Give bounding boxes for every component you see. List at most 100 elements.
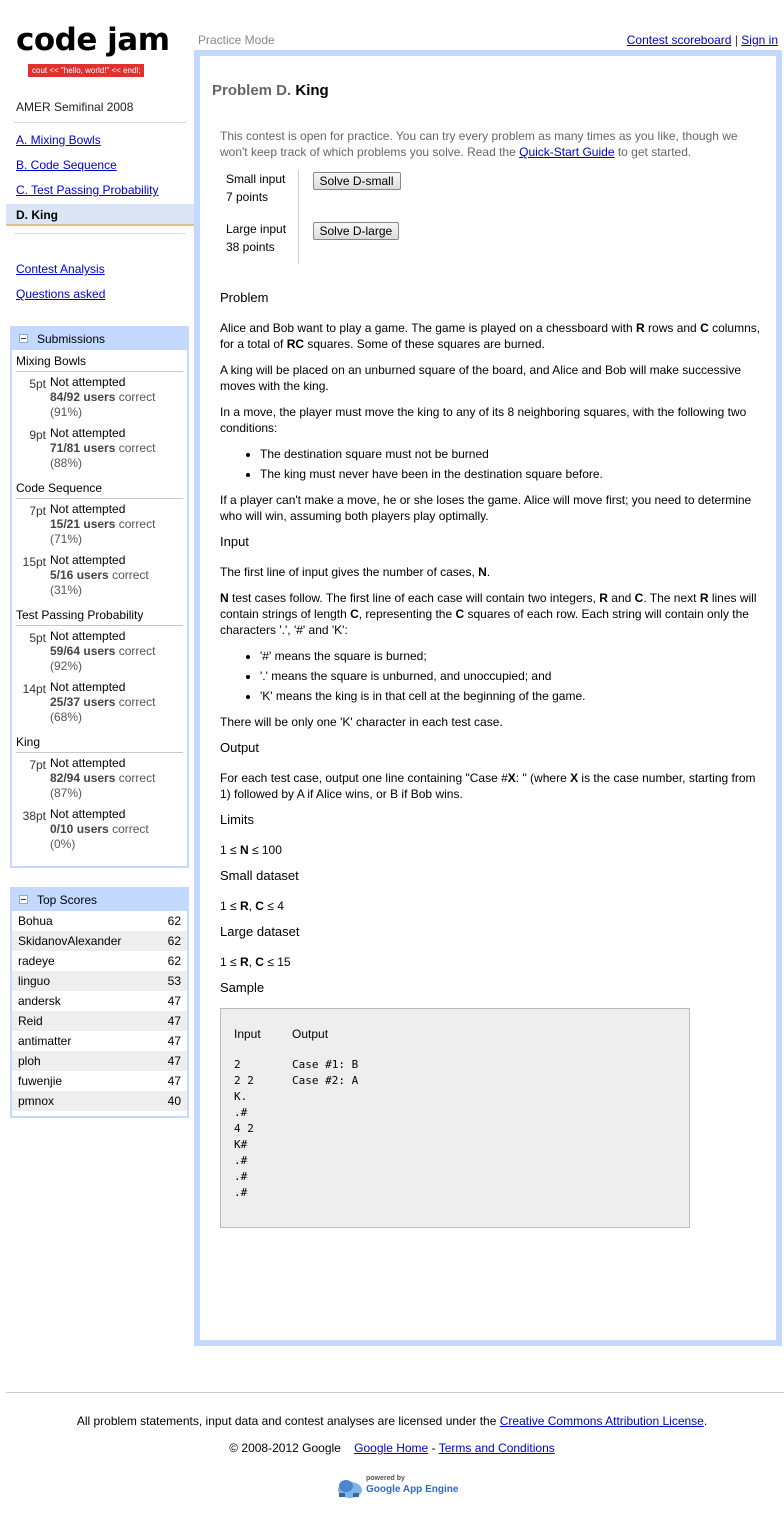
list-item: '#' means the square is burned; <box>260 648 764 664</box>
correct-label: correct <box>118 771 156 785</box>
score-row[interactable]: linguo 53 <box>12 971 187 991</box>
sign-in-link[interactable]: Sign in <box>741 33 778 47</box>
nav-problem-d-active[interactable]: D. King <box>6 204 195 226</box>
submissions-panel: Submissions Mixing Bowls 5pt Not attempted… <box>10 326 189 868</box>
terms-link[interactable]: Terms and Conditions <box>439 1441 555 1455</box>
google-home-link[interactable]: Google Home <box>354 1441 428 1455</box>
submission-detail: Not attempted 71/81 users correct (88%) <box>46 426 155 471</box>
correct-label: correct <box>112 822 149 836</box>
copyright-text: © 2008-2012 Google <box>229 1441 341 1455</box>
statement-p4: If a player can't make a move, he or she… <box>220 493 752 523</box>
score-value: 62 <box>167 934 181 948</box>
solve-small-button[interactable]: Solve D-small <box>312 172 401 190</box>
divider <box>14 233 186 234</box>
score-value: 40 <box>167 1094 181 1108</box>
section-limits: Limits <box>220 812 254 827</box>
contest-analysis-link[interactable]: Contest Analysis <box>16 262 105 276</box>
correct-label: correct <box>118 695 156 709</box>
score-user: pmnox <box>18 1094 55 1108</box>
correct-users: 0/10 users <box>50 822 109 836</box>
score-value: 47 <box>167 1014 181 1028</box>
nav-problem-a[interactable]: A. Mixing Bowls <box>16 133 101 147</box>
submission-detail: Not attempted 82/94 users correct (87%) <box>46 756 155 801</box>
problem-panel: Problem D. King This contest is open for… <box>194 50 782 1346</box>
large-input-points: 38 points <box>226 240 275 254</box>
statement-p1: Alice and Bob want to play a game. The g… <box>220 321 761 351</box>
score-row[interactable]: fuwenjie 47 <box>12 1071 187 1091</box>
powered-by-text: powered by <box>366 1475 405 1482</box>
score-user: antimatter <box>18 1034 72 1048</box>
small-input-info: Small input 7 points <box>220 170 299 214</box>
score-row[interactable]: radeye 62 <box>12 951 187 971</box>
submission-detail: Not attempted 15/21 users correct (71%) <box>46 502 155 547</box>
submission-percent: (0%) <box>50 837 76 851</box>
section-input: Input <box>220 534 249 549</box>
top-scores-header[interactable]: Top Scores <box>12 889 187 911</box>
correct-label: correct <box>118 644 156 658</box>
conditions-list: The destination square must not be burne… <box>220 446 764 482</box>
sample-input: 2 2 2 K. .# 4 2 K# .# .# .# <box>234 1058 254 1199</box>
collapse-minus-icon[interactable] <box>19 334 28 343</box>
correct-label: correct <box>112 568 149 582</box>
sample-input-header: Input <box>234 1027 261 1041</box>
list-item: The destination square must not be burne… <box>260 446 764 462</box>
submission-problem: King 7pt Not attempted 82/94 users correct(… <box>12 731 187 852</box>
nav-problem-c[interactable]: C. Test Passing Probability <box>16 183 159 197</box>
score-row[interactable]: ploh 47 <box>12 1051 187 1071</box>
score-user: radeye <box>18 954 55 968</box>
section-large-dataset: Large dataset <box>220 924 300 939</box>
questions-asked-link[interactable]: Questions asked <box>16 287 105 301</box>
score-value: 53 <box>167 974 181 988</box>
submission-percent: (87%) <box>50 786 83 800</box>
correct-label: correct <box>118 517 156 531</box>
submission-row: 7pt Not attempted 15/21 users correct (71%) <box>16 502 183 547</box>
submission-percent: (71%) <box>50 532 83 546</box>
solve-large-button[interactable]: Solve D-large <box>312 222 400 240</box>
submission-row: 7pt Not attempted 82/94 users correct (87%) <box>16 756 183 801</box>
contest-scoreboard-link[interactable]: Contest scoreboard <box>627 33 732 47</box>
nav-problem-b[interactable]: B. Code Sequence <box>16 158 117 172</box>
score-value: 47 <box>167 1034 181 1048</box>
submission-ratio: 71/81 users correct <box>50 441 155 456</box>
submission-percent: (92%) <box>50 659 83 673</box>
correct-users: 15/21 users <box>50 517 116 531</box>
code-jam-logo[interactable]: code jam cout << "hello, world!" << endl… <box>16 22 171 77</box>
app-engine-badge[interactable]: powered by Google App Engine <box>336 1474 458 1502</box>
score-row[interactable]: antimatter 47 <box>12 1031 187 1051</box>
top-links: Contest scoreboard | Sign in <box>627 33 778 47</box>
submission-status: Not attempted <box>50 756 126 770</box>
practice-mode-label: Practice Mode <box>198 33 275 47</box>
quick-start-guide-link[interactable]: Quick-Start Guide <box>519 145 614 159</box>
score-row[interactable]: Bohua 62 <box>12 911 187 931</box>
submission-ratio: 15/21 users correct <box>50 517 155 532</box>
correct-users: 82/94 users <box>50 771 116 785</box>
problem-label: Problem D. <box>212 82 292 99</box>
list-item: '.' means the square is unburned, and un… <box>260 668 764 684</box>
limits-text: 1 ≤ N ≤ 100 <box>220 843 282 857</box>
solve-table: Small input 7 points Solve D-small Large… <box>220 170 401 264</box>
small-input-label: Small input <box>226 172 286 186</box>
correct-users: 5/16 users <box>50 568 109 582</box>
collapse-minus-icon[interactable] <box>19 895 28 904</box>
large-input-label: Large input <box>226 222 287 236</box>
submission-status: Not attempted <box>50 502 126 516</box>
small-dataset-text: 1 ≤ R, C ≤ 4 <box>220 899 284 913</box>
score-row[interactable]: SkidanovAlexander 62 <box>12 931 187 951</box>
license-text: All problem statements, input data and c… <box>76 1414 497 1428</box>
score-row[interactable]: andersk 47 <box>12 991 187 1011</box>
score-user: SkidanovAlexander <box>18 934 122 948</box>
creative-commons-link[interactable]: Creative Commons Attribution License <box>500 1414 704 1428</box>
submission-ratio: 0/10 users correct <box>50 822 149 837</box>
input-p3: There will be only one 'K' character in … <box>220 715 503 729</box>
submissions-header[interactable]: Submissions <box>12 328 187 350</box>
submission-ratio: 25/37 users correct <box>50 695 155 710</box>
large-input-info: Large input 38 points <box>220 214 299 264</box>
score-value: 47 <box>167 1054 181 1068</box>
submission-points: 5pt <box>29 377 46 391</box>
copyright-line: © 2008-2012 Google Google Home - Terms a… <box>0 1441 784 1455</box>
submission-points: 38pt <box>22 809 46 823</box>
score-row[interactable]: pmnox 40 <box>12 1091 187 1111</box>
section-small-dataset: Small dataset <box>220 868 299 883</box>
license-end: . <box>703 1414 708 1428</box>
score-row[interactable]: Reid 47 <box>12 1011 187 1031</box>
